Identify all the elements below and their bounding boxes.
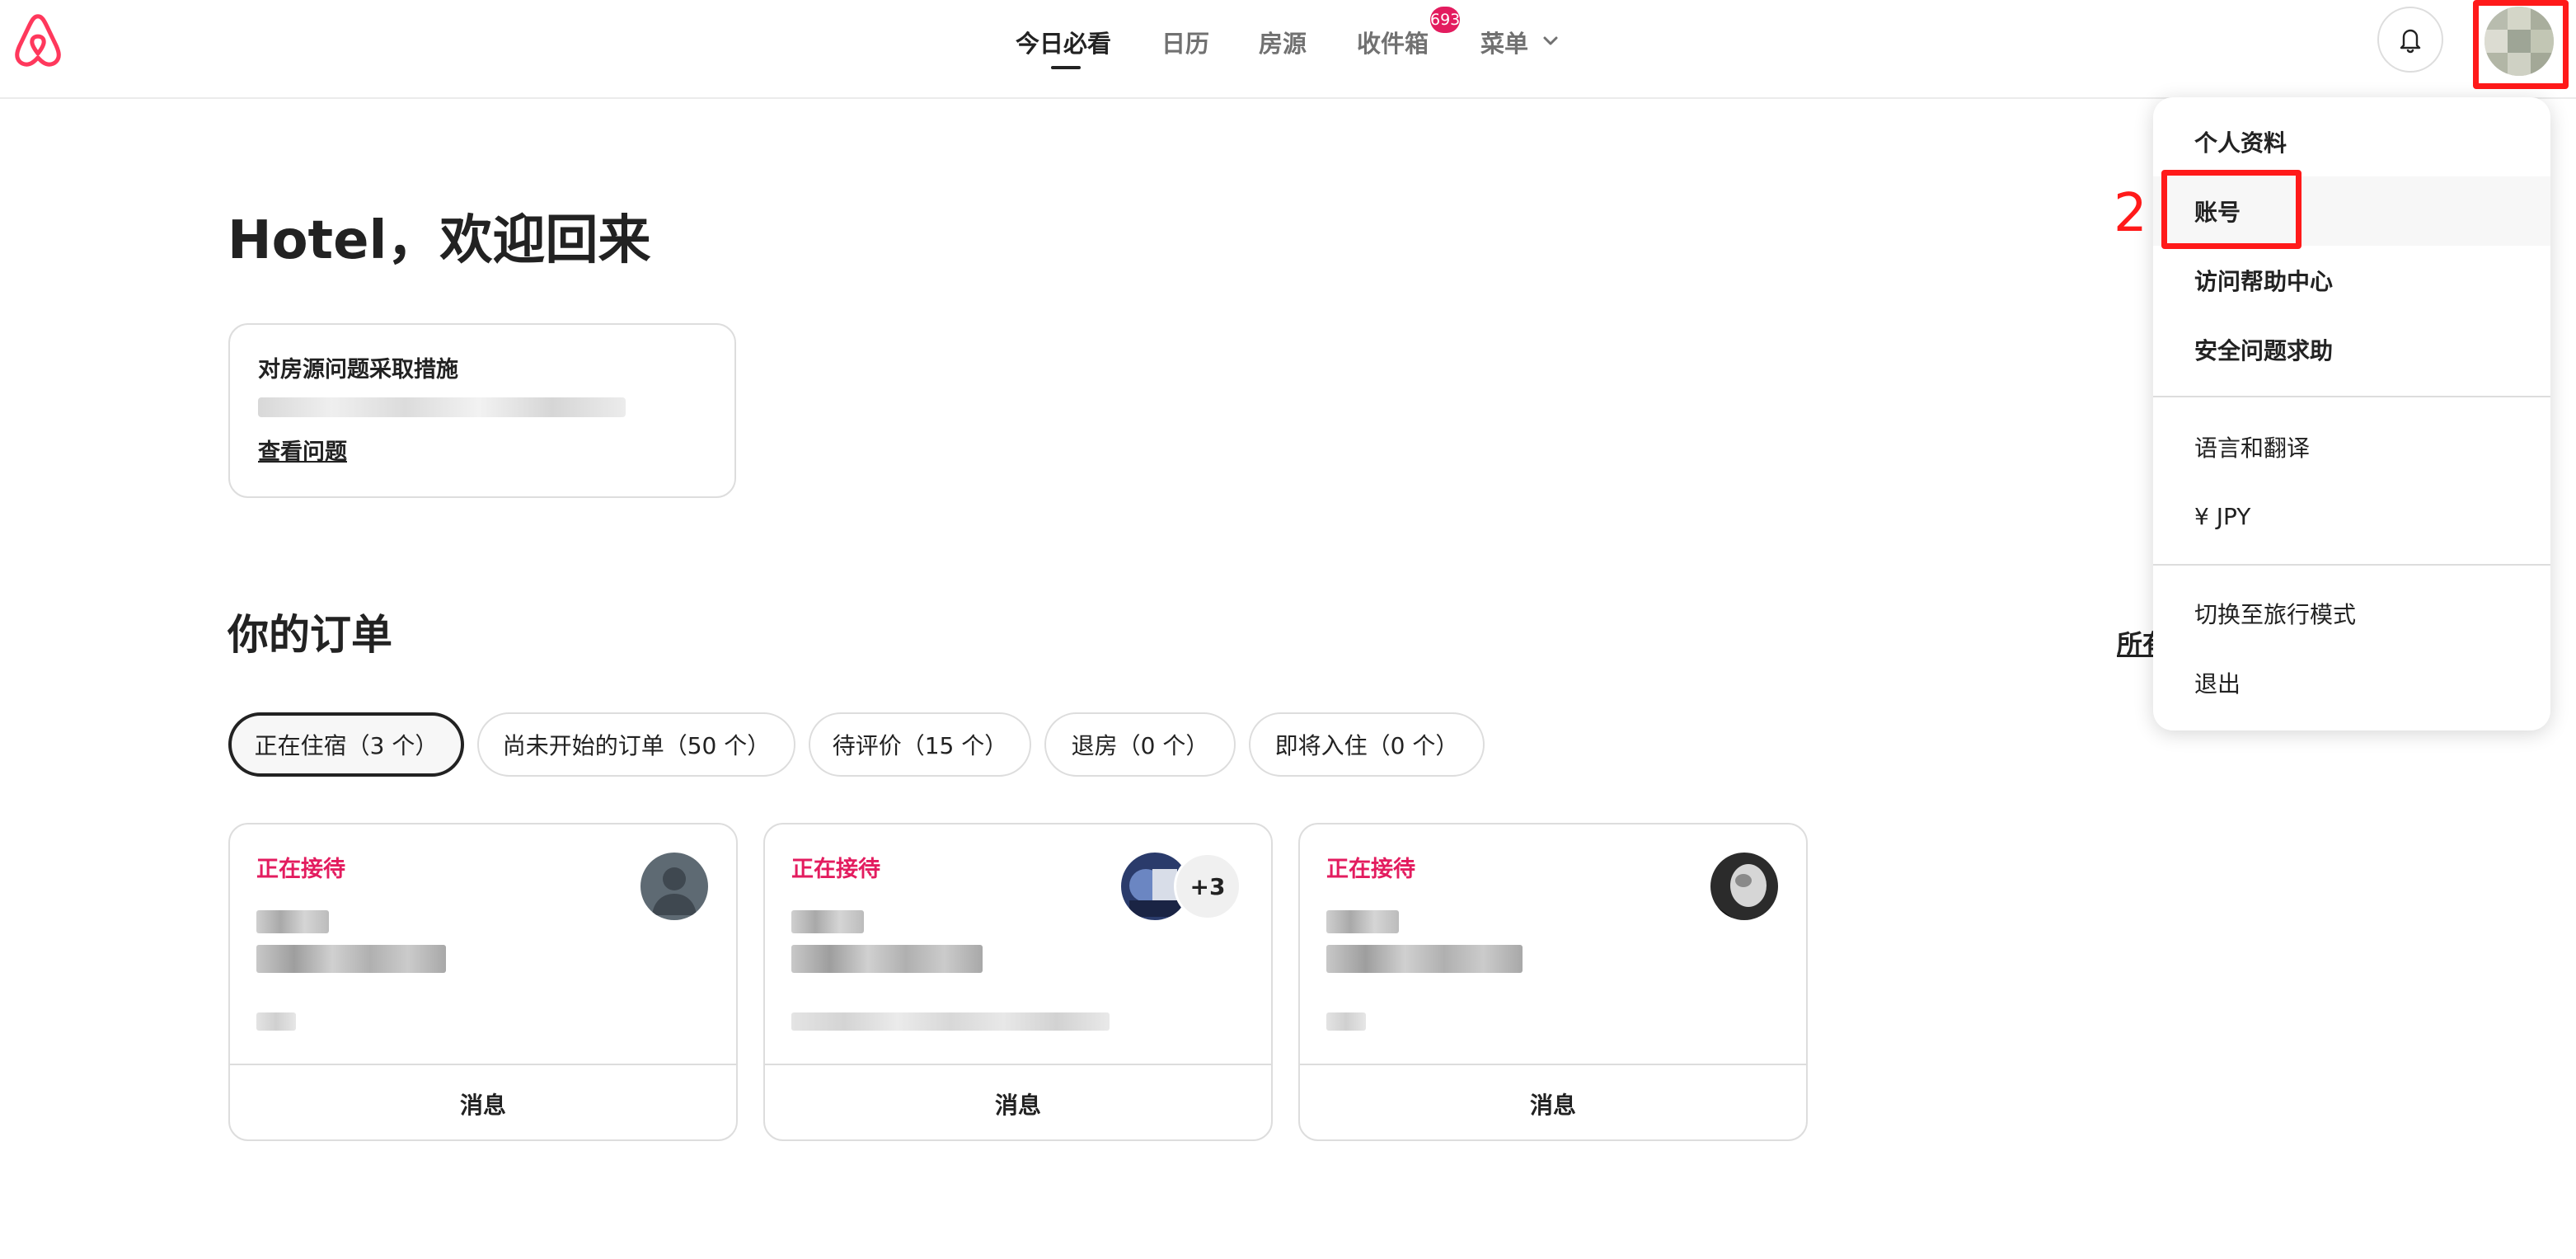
menu-item-safety-help[interactable]: 安全问题求助	[2153, 315, 2550, 384]
guest-photo-image	[1710, 853, 1778, 920]
view-issue-link[interactable]: 查看问题	[258, 434, 347, 466]
notifications-button[interactable]	[2377, 7, 2443, 73]
reservation-card[interactable]: 正在接待 消息	[1298, 823, 1808, 1141]
bell-icon	[2400, 29, 2421, 54]
orders-heading: 你的订单	[228, 611, 392, 659]
menu-item-help-center[interactable]: 访问帮助中心	[2153, 246, 2550, 315]
message-button[interactable]: 消息	[230, 1065, 736, 1139]
menu-item-switch-to-traveling[interactable]: 切换至旅行模式	[2153, 579, 2550, 648]
listing-name-blurred	[791, 1012, 1110, 1031]
guest-avatar	[640, 853, 708, 920]
stay-dates-blurred	[791, 945, 983, 973]
menu-item-log-out[interactable]: 退出	[2153, 648, 2550, 717]
menu-divider	[2153, 396, 2550, 397]
default-user-icon	[640, 853, 708, 920]
guest-avatar	[1710, 853, 1778, 920]
tab-upcoming[interactable]: 尚未开始的订单（50 个）	[477, 712, 795, 777]
reservation-status: 正在接待	[256, 857, 345, 882]
issue-card-title: 对房源问题采取措施	[258, 357, 458, 383]
menu-item-profile[interactable]: 个人资料	[2153, 107, 2550, 176]
reservation-card[interactable]: 正在接待 +3 消息	[763, 823, 1273, 1141]
guest-name-blurred	[256, 910, 329, 933]
reservation-card[interactable]: 正在接待 消息	[228, 823, 738, 1141]
reservation-status: 正在接待	[1326, 857, 1415, 882]
tab-currently-hosting[interactable]: 正在住宿（3 个）	[228, 712, 464, 777]
nav-menu[interactable]: 菜单	[1480, 25, 1528, 59]
top-header: 今日必看 日历 房源 收件箱 693 菜单	[0, 0, 2576, 99]
stay-dates-blurred	[256, 945, 446, 973]
nav-today[interactable]: 今日必看	[1016, 25, 1111, 59]
tab-checking-out[interactable]: 退房（0 个）	[1044, 712, 1236, 777]
message-button[interactable]: 消息	[1300, 1065, 1806, 1139]
annotation-number-2: 2	[2114, 183, 2147, 244]
chevron-down-icon[interactable]	[1541, 31, 1560, 49]
message-button[interactable]: 消息	[765, 1065, 1271, 1139]
welcome-heading: Hotel，欢迎回来	[228, 210, 651, 271]
nav-inbox[interactable]: 收件箱	[1357, 25, 1429, 59]
menu-item-currency[interactable]: ¥ JPY	[2153, 482, 2550, 551]
menu-item-language[interactable]: 语言和翻译	[2153, 412, 2550, 482]
listing-issue-card: 对房源问题采取措施 查看问题	[228, 323, 736, 498]
issue-card-blurred-text	[258, 397, 626, 417]
inbox-count-badge: 693	[1430, 7, 1460, 33]
reservation-status: 正在接待	[791, 857, 880, 882]
listing-name-blurred	[256, 1012, 296, 1031]
nav-active-underline	[1051, 66, 1081, 69]
annotation-box-1	[2473, 0, 2569, 89]
guest-name-blurred	[1326, 910, 1399, 933]
tab-arriving-soon[interactable]: 即将入住（0 个）	[1249, 712, 1485, 777]
listing-name-blurred	[1326, 1012, 1366, 1031]
airbnb-logo-icon[interactable]	[12, 12, 64, 69]
nav-calendar[interactable]: 日历	[1161, 25, 1209, 59]
tab-pending-review[interactable]: 待评价（15 个）	[809, 712, 1031, 777]
annotation-box-2	[2161, 170, 2302, 249]
extra-guests-badge: +3	[1174, 853, 1241, 920]
menu-divider	[2153, 564, 2550, 566]
nav-listings[interactable]: 房源	[1259, 25, 1307, 59]
guest-name-blurred	[791, 910, 864, 933]
stay-dates-blurred	[1326, 945, 1523, 973]
